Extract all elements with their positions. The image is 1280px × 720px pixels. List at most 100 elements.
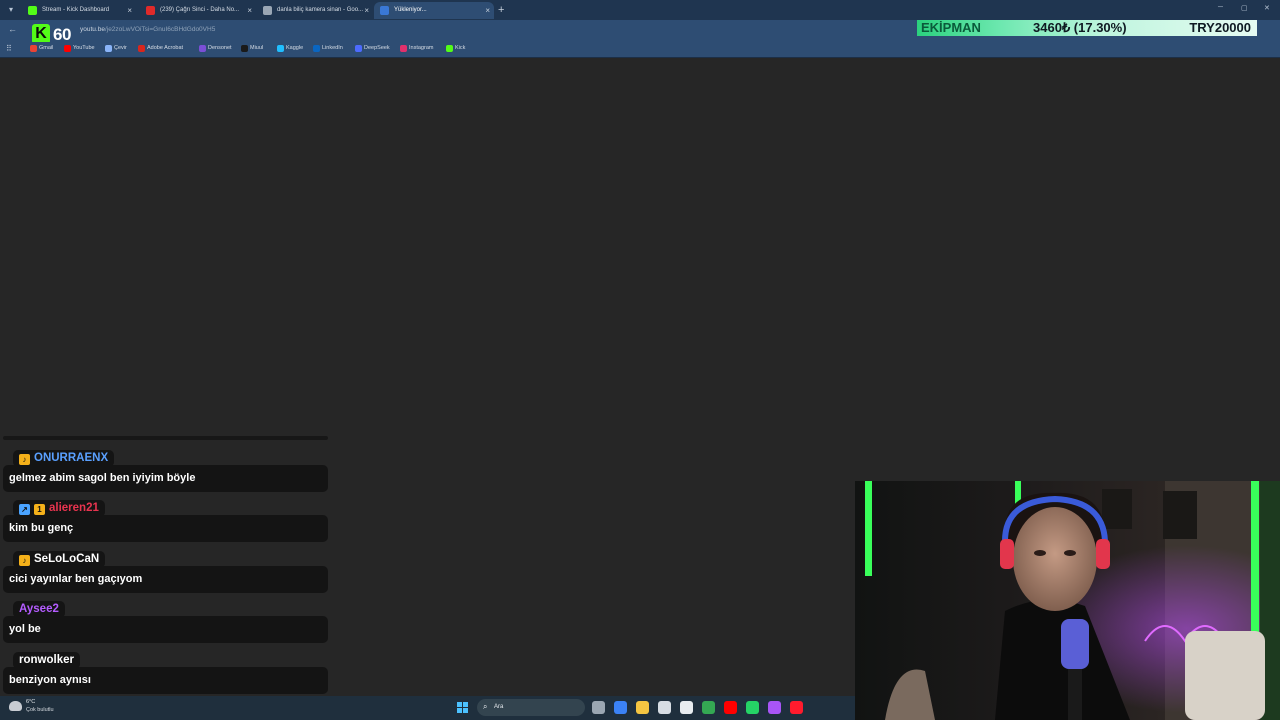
chat-username-text: alieren21 — [49, 502, 99, 515]
url-field[interactable]: youtu.be/je2zoLwVOiTsi=GnuI6cBHdGdo0VH5 — [80, 26, 215, 33]
url-host: youtu.be — [80, 26, 105, 33]
bookmark-label: Adobe Acrobat — [147, 45, 184, 51]
app-s-icon[interactable] — [680, 701, 693, 714]
donation-goal-amount: TRY20000 — [1189, 20, 1251, 35]
bookmark-label: Kick — [455, 45, 466, 51]
bookmark-item[interactable]: Densonet — [199, 45, 232, 52]
bookmark-item[interactable]: LinkedIn — [313, 45, 343, 52]
chat-username-text: SeLoLoCaN — [34, 552, 100, 565]
weather-temperature[interactable]: 6°C — [26, 699, 35, 705]
url-path: /je2zoLwVOiTsi=GnuI6cBHdGdo0VH5 — [104, 26, 216, 33]
bookmark-favicon-icon — [313, 45, 320, 52]
bookmark-label: YouTube — [73, 45, 95, 51]
tab-title: (239) Çağrı Sinci - Daha No... — [160, 7, 240, 13]
chat-badge-icon: ♪ — [19, 454, 30, 465]
donation-goal-label: EKİPMAN — [921, 20, 981, 35]
weather-description[interactable]: Çok bulutlu — [26, 707, 54, 713]
bookmark-label: LinkedIn — [322, 45, 343, 51]
tab-title: Stream - Kick Dashboard — [42, 7, 110, 13]
tab-search-icon[interactable]: ▾ — [4, 3, 18, 17]
bookmark-favicon-icon — [400, 45, 407, 52]
bookmark-favicon-icon — [277, 45, 284, 52]
browser-tab[interactable]: Yükleniyor... × — [374, 2, 494, 19]
bookmark-item[interactable]: Kick — [446, 45, 466, 52]
tab-favicon-icon — [28, 6, 37, 15]
task-view-icon[interactable] — [592, 701, 605, 714]
bookmark-favicon-icon — [446, 45, 453, 52]
bookmark-label: Densonet — [208, 45, 232, 51]
messenger-icon[interactable] — [768, 701, 781, 714]
chat-message-text: benziyon aynısı — [3, 666, 328, 694]
bookmark-item[interactable]: Kaggle — [277, 45, 304, 52]
tab-title: Yükleniyor... — [394, 7, 427, 13]
tab-favicon-icon — [263, 6, 272, 15]
chat-message-text: kim bu genç — [3, 515, 328, 543]
tab-favicon-icon — [380, 6, 389, 15]
bookmark-item[interactable]: YouTube — [64, 45, 95, 52]
bookmark-label: DeepSeek — [364, 45, 390, 51]
tab-close-icon[interactable]: × — [247, 2, 252, 19]
copilot-icon[interactable] — [614, 701, 627, 714]
browser-tab[interactable]: (239) Çağrı Sinci - Daha No... × — [140, 2, 256, 19]
tab-title: danla biliç kamera sinan - Goo... — [277, 7, 364, 13]
chat-badge-icon: ↗ — [19, 504, 30, 516]
donation-progress-text: 3460₺ (17.30%) — [1033, 20, 1127, 35]
bookmark-item[interactable]: Adobe Acrobat — [138, 45, 184, 52]
bookmark-item[interactable]: Instagram — [400, 45, 433, 52]
browser-tab[interactable]: danla biliç kamera sinan - Goo... × — [257, 2, 373, 19]
bookmark-item[interactable]: Çevir — [105, 45, 127, 52]
tab-close-icon[interactable]: × — [485, 2, 490, 19]
chat-username-text: Aysee2 — [19, 603, 59, 616]
taskbar-search-box[interactable]: ⌕ Ara — [477, 699, 585, 716]
bookmark-favicon-icon — [355, 45, 362, 52]
bookmark-label: Miuul — [250, 45, 264, 51]
search-placeholder: Ara — [494, 704, 504, 710]
new-tab-button[interactable]: + — [498, 2, 504, 19]
apps-grid-icon[interactable]: ⠿ — [6, 45, 14, 53]
browser-tab[interactable]: Stream - Kick Dashboard × — [22, 2, 136, 19]
whatsapp-icon[interactable] — [746, 701, 759, 714]
youtube-music-icon[interactable] — [724, 701, 737, 714]
bookmark-favicon-icon — [105, 45, 112, 52]
chat-username-text: ronwolker — [19, 653, 74, 666]
chat-badge-icon: 1 — [34, 504, 45, 516]
viewer-count-badge: K 60 — [32, 24, 80, 44]
chrome-icon[interactable] — [702, 701, 715, 714]
bookmark-item[interactable]: Miuul — [241, 45, 264, 52]
store-icon[interactable] — [658, 701, 671, 714]
opera-icon[interactable] — [790, 701, 803, 714]
chat-badge-icon: ♪ — [19, 554, 30, 566]
back-icon[interactable]: ← — [8, 24, 17, 34]
chat-username-text: ONURRAENX — [34, 452, 109, 464]
chat-message-text: yol be — [3, 616, 328, 644]
donation-goal-bar: EKİPMAN 3460₺ (17.30%) TRY20000 — [917, 20, 1257, 36]
chat-message-text: gelmez abim sagol ben iyiyim böyle — [3, 465, 328, 492]
webcam-feed — [855, 481, 1280, 720]
bookmark-favicon-icon — [199, 45, 206, 52]
file-explorer-icon[interactable] — [636, 701, 649, 714]
bookmarks-bar: Gmail YouTube Çevir Adobe Acrobat Densonet Mi… — [0, 42, 1280, 58]
chat-message-text: cici yayınlar ben gaçıyom — [3, 565, 328, 593]
start-button-icon[interactable] — [457, 702, 469, 714]
tab-close-icon[interactable]: × — [127, 2, 132, 19]
minimize-icon[interactable]: ─ — [1218, 4, 1223, 11]
screen: ▾ Stream - Kick Dashboard × (239) Çağrı Si… — [0, 0, 1280, 720]
kick-logo-icon: K — [32, 24, 50, 44]
chat-previous-message-edge — [3, 436, 328, 440]
bookmark-item[interactable]: Gmail — [30, 45, 54, 52]
maximize-icon[interactable]: ▢ — [1241, 4, 1248, 12]
tab-strip: ▾ Stream - Kick Dashboard × (239) Çağrı Si… — [0, 0, 1280, 20]
close-window-icon[interactable]: ✕ — [1264, 4, 1270, 12]
bookmark-favicon-icon — [241, 45, 248, 52]
bookmark-label: Çevir — [114, 45, 127, 51]
bookmark-favicon-icon — [64, 45, 71, 52]
taskbar: 6°C Çok bulutlu ⌕ Ara — [0, 696, 855, 720]
weather-cloud-icon[interactable] — [9, 701, 22, 711]
bookmark-item[interactable]: DeepSeek — [355, 45, 390, 52]
bookmark-favicon-icon — [138, 45, 145, 52]
bookmark-label: Gmail — [39, 45, 54, 51]
tab-close-icon[interactable]: × — [364, 2, 369, 19]
tab-favicon-icon — [146, 6, 155, 15]
bookmark-favicon-icon — [30, 45, 37, 52]
bookmark-label: Kaggle — [286, 45, 304, 51]
